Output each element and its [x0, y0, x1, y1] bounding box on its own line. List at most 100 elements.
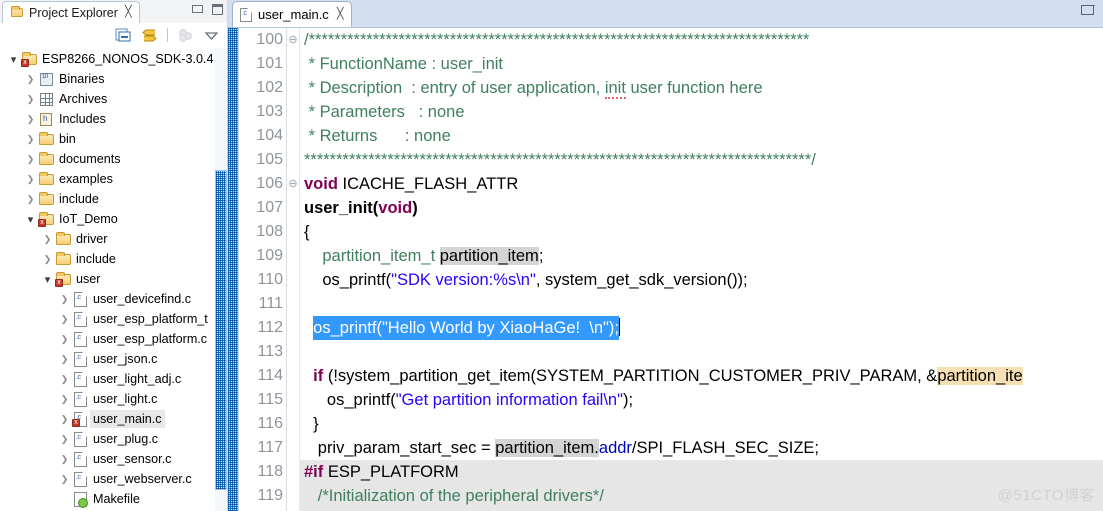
- tree-item-label: user_esp_platform_t: [93, 312, 208, 326]
- chevron-down-icon[interactable]: [6, 53, 21, 66]
- c-file-icon: [72, 331, 90, 347]
- collapse-all-icon[interactable]: [115, 27, 132, 43]
- tree-item-user-plug-c[interactable]: user_plug.c: [0, 429, 228, 449]
- toolbar-divider: [167, 28, 168, 42]
- tab-user-main-c[interactable]: user_main.c ╳: [232, 1, 353, 27]
- tree-item-user-devicefind-c[interactable]: user_devicefind.c: [0, 289, 228, 309]
- watermark: @51CTO博客: [997, 487, 1095, 504]
- chevron-right-icon[interactable]: [57, 454, 72, 465]
- maximize-icon[interactable]: [212, 4, 223, 15]
- editor-body: 100 101 102 103 104 105 106 107 108 109 110 111 112 1…: [228, 28, 1103, 511]
- tree-item-user-main-c[interactable]: user_main.c: [0, 409, 228, 429]
- chevron-right-icon[interactable]: [57, 374, 72, 385]
- selected-text[interactable]: os_printf("Hello World by XiaoHaGe! \n")…: [313, 316, 619, 340]
- chevron-right-icon[interactable]: [23, 174, 38, 185]
- tree-item-user-light-c[interactable]: user_light.c: [0, 389, 228, 409]
- tree-item-label: ESP8266_NONOS_SDK-3.0.4: [42, 52, 214, 66]
- tree-item-documents[interactable]: documents: [0, 149, 228, 169]
- line-number: 115: [257, 391, 283, 408]
- folding-ruler[interactable]: [287, 28, 300, 511]
- tree-item-label: driver: [76, 232, 108, 246]
- tree-item-archives[interactable]: Archives: [0, 89, 228, 109]
- chevron-right-icon[interactable]: [23, 134, 38, 145]
- folder-icon: [38, 151, 56, 167]
- code-line-114: if (!system_partition_get_item(SYSTEM_PA…: [313, 367, 1023, 385]
- tree-item-esp8266-nonos-sdk-3-0-4[interactable]: ESP8266_NONOS_SDK-3.0.4: [0, 49, 228, 69]
- chevron-right-icon[interactable]: [57, 414, 72, 425]
- tree-item-binaries[interactable]: Binaries: [0, 69, 228, 89]
- project-explorer-toolbar: [0, 23, 228, 47]
- code-line-118: #if ESP_PLATFORM: [300, 460, 1103, 484]
- tree-item-label: user_json.c: [93, 352, 158, 366]
- c-file-icon: [72, 451, 90, 467]
- code-line-104: * Returns : none: [304, 127, 451, 145]
- tree-item-label: user_sensor.c: [93, 452, 172, 466]
- tree-item-label: IoT_Demo: [59, 212, 118, 226]
- tree-item-user-webserver-c[interactable]: user_webserver.c: [0, 469, 228, 489]
- chevron-right-icon[interactable]: [40, 254, 55, 265]
- tree-item-include[interactable]: include: [0, 189, 228, 209]
- chevron-right-icon[interactable]: [23, 74, 38, 85]
- tree-item-bin[interactable]: bin: [0, 129, 228, 149]
- close-icon[interactable]: ╳: [337, 9, 344, 20]
- chevron-right-icon[interactable]: [57, 394, 72, 405]
- chevron-down-icon[interactable]: [40, 273, 55, 286]
- code-editor: user_main.c ╳ 10010110210310410510610710…: [228, 0, 1103, 511]
- code-line-109: partition_item_t partition_item;: [322, 247, 544, 265]
- chevron-right-icon[interactable]: [23, 114, 38, 125]
- explorer-scrollbar-thumb[interactable]: [215, 170, 227, 490]
- code-line-107: user_init(void): [304, 199, 418, 217]
- fold-toggle-icon[interactable]: [287, 28, 299, 52]
- source-folder-icon: [38, 211, 56, 227]
- tree-item-label: include: [76, 252, 116, 266]
- minimize-icon[interactable]: [1080, 4, 1095, 15]
- tree-item-include[interactable]: include: [0, 249, 228, 269]
- code-line-115: os_printf("Get partition information fai…: [326, 391, 634, 409]
- chevron-right-icon[interactable]: [23, 154, 38, 165]
- chevron-right-icon[interactable]: [57, 294, 72, 305]
- tree-item-user[interactable]: user: [0, 269, 228, 289]
- chevron-right-icon[interactable]: [57, 354, 72, 365]
- chevron-down-icon[interactable]: [23, 213, 38, 226]
- minimize-icon[interactable]: [191, 4, 204, 13]
- chevron-right-icon[interactable]: [23, 194, 38, 205]
- tree-item-includes[interactable]: Includes: [0, 109, 228, 129]
- line-number: 110: [257, 271, 283, 288]
- code-text-area[interactable]: /***************************************…: [300, 28, 1103, 511]
- chevron-right-icon[interactable]: [57, 334, 72, 345]
- tree-item-user-sensor-c[interactable]: user_sensor.c: [0, 449, 228, 469]
- tree-item-driver[interactable]: driver: [0, 229, 228, 249]
- filter-icon[interactable]: [177, 27, 194, 43]
- tree-item-user-esp-platform-c[interactable]: user_esp_platform.c: [0, 329, 228, 349]
- text-caret: [618, 318, 620, 336]
- tree-item-user-json-c[interactable]: user_json.c: [0, 349, 228, 369]
- close-icon[interactable]: ╳: [125, 7, 132, 18]
- tree-item-makefile[interactable]: Makefile: [0, 489, 228, 509]
- chevron-right-icon[interactable]: [40, 234, 55, 245]
- tree-item-user-esp-platform-t[interactable]: user_esp_platform_t: [0, 309, 228, 329]
- tree-item-label: user_devicefind.c: [93, 292, 192, 306]
- chevron-right-icon[interactable]: [57, 314, 72, 325]
- archives-icon: [38, 91, 56, 107]
- link-with-editor-icon[interactable]: [141, 27, 158, 43]
- tree-item-examples[interactable]: examples: [0, 169, 228, 189]
- tree-item-iot-demo[interactable]: IoT_Demo: [0, 209, 228, 229]
- view-menu-icon[interactable]: [203, 27, 220, 43]
- tab-project-explorer[interactable]: Project Explorer ╳: [2, 1, 140, 23]
- project-tree[interactable]: ESP8266_NONOS_SDK-3.0.4 Binaries Archives I…: [0, 47, 228, 511]
- chevron-right-icon[interactable]: [57, 474, 72, 485]
- tree-item-label: include: [59, 192, 99, 206]
- chevron-right-icon[interactable]: [23, 94, 38, 105]
- fold-toggle-icon[interactable]: [287, 172, 299, 196]
- tree-item-user-light-adj-c[interactable]: user_light_adj.c: [0, 369, 228, 389]
- code-line-106: void ICACHE_FLASH_ATTR: [304, 175, 519, 193]
- chevron-right-icon[interactable]: [57, 434, 72, 445]
- annotation-ruler[interactable]: [228, 28, 239, 511]
